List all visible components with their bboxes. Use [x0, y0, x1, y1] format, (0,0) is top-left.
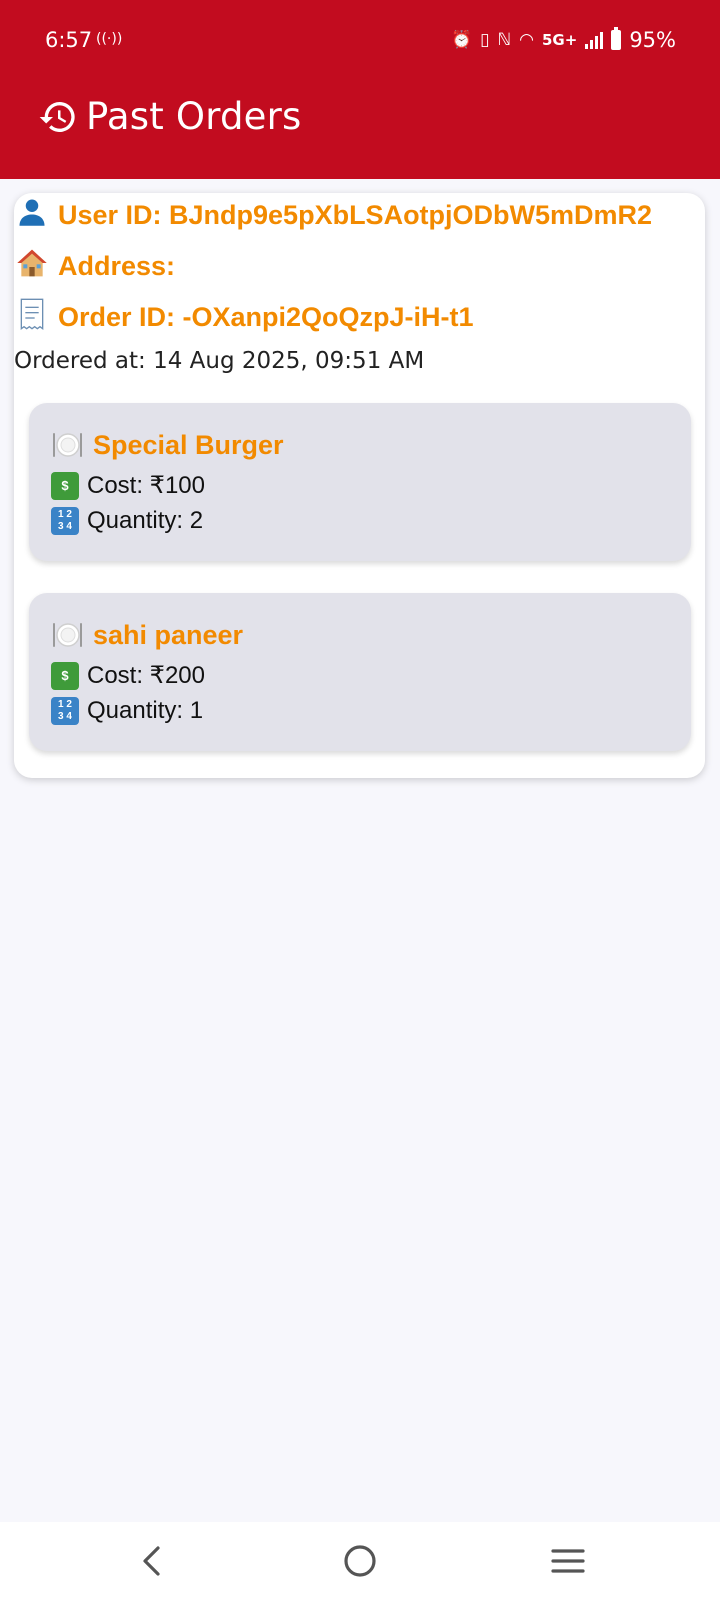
- system-navigation-bar: [0, 1522, 720, 1600]
- menu-lines-icon: [551, 1549, 585, 1573]
- item-quantity: Quantity: 1: [87, 697, 204, 724]
- address-row: Address:: [16, 247, 175, 286]
- nfc-icon: ℕ: [497, 29, 512, 50]
- plate-cutlery-icon: [53, 623, 82, 647]
- vibrate-icon: ▯: [480, 29, 490, 50]
- numbers-icon: 1 23 4: [51, 697, 79, 725]
- network-type: 5G+: [541, 31, 578, 49]
- numbers-icon: 1 23 4: [51, 507, 79, 535]
- page-title: Past Orders: [86, 95, 302, 138]
- user-id-row: User ID: BJndp9e5pXbLSAotpjODbW5mDmR2: [16, 197, 652, 234]
- item-name: sahi paneer: [93, 619, 244, 650]
- app-header: 6:57 ((·)) ⏰ ▯ ℕ ◠ 5G+ 95% Past Orders: [0, 0, 720, 179]
- battery-icon: [611, 27, 622, 50]
- plate-cutlery-icon: [53, 433, 82, 457]
- home-button[interactable]: [335, 1536, 385, 1586]
- status-time: 6:57: [45, 28, 93, 52]
- alarm-icon: ⏰: [450, 29, 473, 50]
- user-icon: [16, 197, 48, 234]
- item-quantity-row: 1 23 4 Quantity: 1: [51, 697, 203, 725]
- item-cost: Cost: ₹200: [87, 662, 205, 689]
- home-circle-icon: [344, 1545, 376, 1577]
- recents-button[interactable]: [543, 1536, 593, 1586]
- status-icons: ⏰ ▯ ℕ ◠ 5G+ 95%: [450, 27, 676, 52]
- hotspot-icon: ((·)): [96, 31, 123, 47]
- wifi-icon: ◠: [519, 29, 534, 50]
- money-icon: $: [51, 471, 79, 500]
- receipt-icon: [16, 298, 48, 337]
- back-chevron-icon: [143, 1546, 160, 1576]
- ordered-at-text: Ordered at: 14 Aug 2025, 09:51 AM: [14, 348, 425, 374]
- item-name-row: Special Burger: [51, 429, 284, 461]
- order-item-card[interactable]: sahi paneer $ Cost: ₹200 1 23 4 Quantity…: [29, 593, 691, 751]
- item-cost-row: $ Cost: ₹100: [51, 471, 205, 500]
- item-cost: Cost: ₹100: [87, 472, 205, 499]
- address-text: Address:: [58, 251, 176, 281]
- user-id-text: User ID: BJndp9e5pXbLSAotpjODbW5mDmR2: [58, 200, 653, 230]
- item-quantity-row: 1 23 4 Quantity: 2: [51, 507, 203, 535]
- battery-level: 95%: [629, 28, 676, 52]
- app-screen: 6:57 ((·)) ⏰ ▯ ℕ ◠ 5G+ 95% Past Orders U…: [0, 0, 720, 1600]
- house-icon: [16, 247, 48, 286]
- item-quantity: Quantity: 2: [87, 507, 204, 534]
- order-item-card[interactable]: Special Burger $ Cost: ₹100 1 23 4 Quant…: [29, 403, 691, 561]
- page-title-row: Past Orders: [38, 95, 302, 138]
- item-name-row: sahi paneer: [51, 619, 243, 651]
- status-bar: 6:57 ((·)) ⏰ ▯ ℕ ◠ 5G+ 95%: [0, 24, 720, 60]
- order-id-row: Order ID: -OXanpi2QoQzpJ-iH-t1: [16, 298, 474, 337]
- order-card[interactable]: User ID: BJndp9e5pXbLSAotpjODbW5mDmR2 Ad…: [14, 193, 705, 778]
- history-icon: [39, 101, 75, 132]
- signal-icon: [585, 31, 604, 49]
- item-cost-row: $ Cost: ₹200: [51, 661, 205, 690]
- order-id-text: Order ID: -OXanpi2QoQzpJ-iH-t1: [58, 302, 474, 332]
- item-name: Special Burger: [93, 429, 284, 460]
- back-button[interactable]: [127, 1536, 177, 1586]
- money-icon: $: [51, 661, 79, 690]
